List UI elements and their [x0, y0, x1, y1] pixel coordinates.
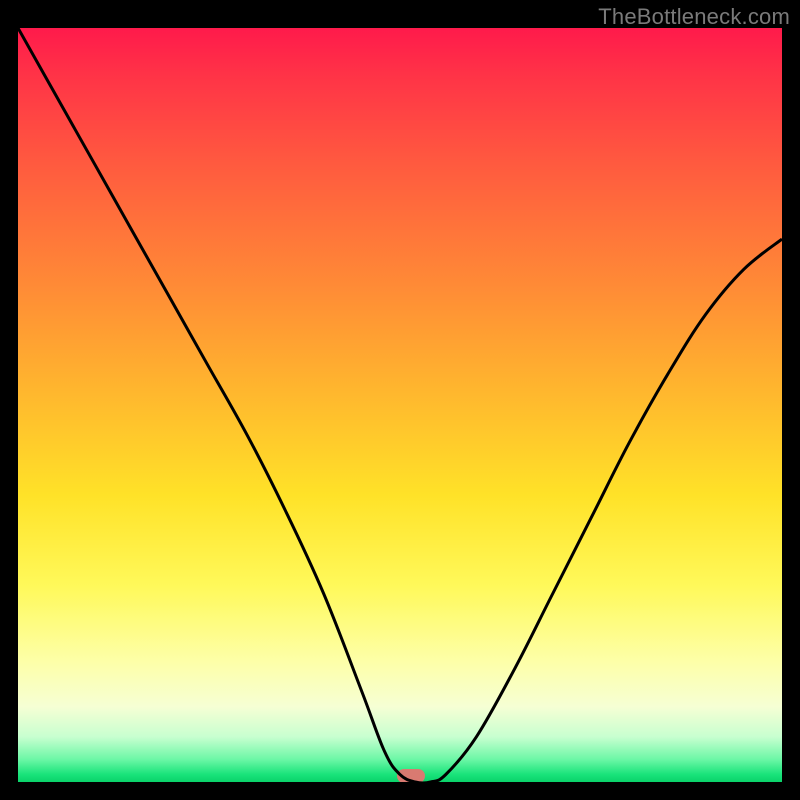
bottleneck-curve: [18, 28, 782, 782]
plot-area: [18, 28, 782, 782]
bottleneck-curve-path: [18, 28, 782, 782]
attribution-label: TheBottleneck.com: [598, 4, 790, 30]
chart-frame: TheBottleneck.com: [0, 0, 800, 800]
